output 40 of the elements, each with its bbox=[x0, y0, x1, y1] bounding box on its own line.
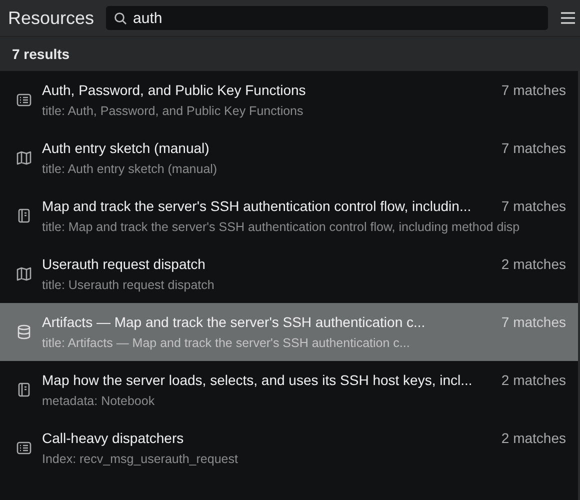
list-icon bbox=[16, 440, 32, 456]
result-subtitle: Index: recv_msg_userauth_request bbox=[42, 452, 239, 466]
notebook-icon bbox=[16, 208, 32, 224]
match-count: 7 matches bbox=[501, 140, 566, 156]
result-subtitle: title: Auth, Password, and Public Key Functions bbox=[42, 104, 304, 118]
result-title: Auth entry sketch (manual) bbox=[42, 140, 210, 156]
list-icon bbox=[16, 92, 32, 108]
map-icon bbox=[16, 266, 32, 282]
result-item[interactable]: Map and track the server's SSH authentication control flow, includin... 7 matches title: Map and track the server's SSH authentication control flow, including method disp bbox=[0, 187, 578, 245]
match-count: 7 matches bbox=[501, 82, 566, 98]
result-subtitle: metadata: Notebook bbox=[42, 394, 156, 408]
result-item[interactable]: Auth entry sketch (manual) 7 matches title: Auth entry sketch (manual) bbox=[0, 129, 578, 187]
database-icon bbox=[16, 324, 32, 340]
result-item[interactable]: Userauth request dispatch 2 matches title: Userauth request dispatch bbox=[0, 245, 578, 303]
match-count: 7 matches bbox=[501, 314, 566, 330]
result-item[interactable]: Auth, Password, and Public Key Functions 7 matches title: Auth, Password, and Public Key Functions bbox=[0, 71, 578, 129]
map-icon bbox=[16, 150, 32, 166]
match-count: 2 matches bbox=[501, 430, 566, 446]
result-title: Call-heavy dispatchers bbox=[42, 430, 185, 446]
panel-title: Resources bbox=[8, 8, 94, 28]
result-subtitle: title: Artifacts — Map and track the server's SSH authentication c... bbox=[42, 336, 411, 350]
match-count: 2 matches bbox=[501, 256, 566, 272]
menu-icon bbox=[561, 12, 575, 24]
result-title: Artifacts — Map and track the server's SSH authentication c... bbox=[42, 314, 426, 330]
result-subtitle: title: Userauth request dispatch bbox=[42, 278, 216, 292]
match-count: 2 matches bbox=[501, 372, 566, 388]
result-title: Userauth request dispatch bbox=[42, 256, 206, 272]
result-item[interactable]: Call-heavy dispatchers 2 matches Index: recv_msg_userauth_request bbox=[0, 419, 578, 477]
result-item[interactable]: Artifacts — Map and track the server's SSH authentication c... 7 matches title: Artifacts — Map and track the server's SSH authentication c... bbox=[0, 303, 578, 361]
result-subtitle: title: Auth entry sketch (manual) bbox=[42, 162, 218, 176]
search-icon bbox=[114, 12, 128, 24]
result-item[interactable]: Map how the server loads, selects, and uses its SSH host keys, incl... 2 matches metadata: Notebook bbox=[0, 361, 578, 419]
result-subtitle: title: Map and track the server's SSH authentication control flow, including method disp bbox=[42, 220, 521, 234]
result-title: Map how the server loads, selects, and uses its SSH host keys, incl... bbox=[42, 372, 474, 388]
notebook-icon bbox=[16, 382, 32, 398]
search-field[interactable]: auth bbox=[106, 6, 548, 30]
result-title: Auth, Password, and Public Key Functions bbox=[42, 82, 307, 98]
match-count: 7 matches bbox=[501, 198, 566, 214]
results-count: 7 results bbox=[12, 46, 70, 62]
result-title: Map and track the server's SSH authentication control flow, includin... bbox=[42, 198, 472, 214]
